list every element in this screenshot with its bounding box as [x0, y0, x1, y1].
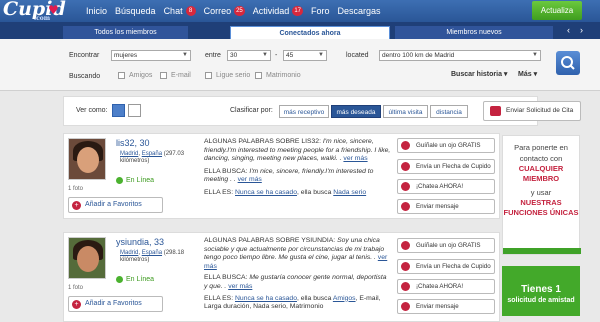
profile-photo[interactable]	[68, 138, 106, 180]
nav-item-inicio[interactable]: Inicio	[86, 6, 107, 16]
nav-item-actividad[interactable]: Actividad 17	[253, 6, 303, 16]
next-arrow-icon[interactable]: ›	[580, 25, 583, 35]
sort-most-responsive[interactable]: más receptivo	[279, 105, 329, 118]
dash-separator: -	[275, 52, 278, 59]
profile-photo[interactable]	[68, 237, 106, 279]
profile-card: ysiundia, 33 Madrid, España (298.18 kiló…	[63, 232, 500, 322]
nav-item-foro[interactable]: Foro	[311, 6, 330, 16]
arrow-icon	[401, 262, 410, 271]
checkbox-amigos[interactable]: Amigos	[118, 72, 152, 79]
search-filters: Encontrar mujeres ▼ entre 30 ▼ - 45 ▼ locat…	[0, 39, 600, 91]
nav-item-descargas[interactable]: Descargas	[338, 6, 381, 16]
add-favorite-button[interactable]: + Añadir a Favoritos	[68, 197, 163, 213]
cupid-logo[interactable]: Cupid ♥ .com	[3, 0, 66, 22]
envelope-icon	[490, 106, 501, 116]
profile-name[interactable]: lis32, 30	[116, 138, 150, 148]
profile-description: ALGUNAS PALABRAS SOBRE YSIUNDIA: Soy una…	[204, 237, 388, 311]
ad-line: y usar	[530, 188, 552, 197]
nav-item-correo[interactable]: Correo 25	[204, 6, 245, 16]
photo-count: 1 foto	[68, 186, 84, 192]
ad-line: Para ponerte en contacto con	[514, 143, 568, 163]
sort-label: Clasificar por:	[230, 107, 273, 114]
wink-icon	[401, 241, 410, 250]
prev-arrow-icon[interactable]: ‹	[567, 25, 570, 35]
arrow-icon	[401, 162, 410, 171]
tab-online-now[interactable]: Conectados ahora	[230, 26, 390, 39]
wink-button[interactable]: Guíñale un ojo GRATIS	[397, 238, 495, 253]
online-dot-icon	[116, 276, 123, 283]
age-to-select[interactable]: 45 ▼	[283, 50, 327, 61]
cupid-arrow-button[interactable]: Envía un Flecha de Cupido	[397, 159, 495, 174]
nav-item-búsqueda[interactable]: Búsqueda	[115, 6, 156, 16]
friend-request-panel[interactable]: Tienes 1 solicitud de amistad	[502, 266, 580, 316]
envelope-icon	[401, 202, 410, 211]
send-message-button[interactable]: Enviar mensaje	[397, 199, 495, 214]
main-nav: Inicio Búsqueda Chat 8 Correo 25 Actividad 17 Fo…	[86, 0, 389, 22]
chevron-down-icon: ▼	[182, 52, 188, 58]
online-status: En Línea	[116, 177, 154, 184]
ver-como-label: Ver como:	[76, 107, 108, 114]
checkbox-email[interactable]: E-mail	[160, 72, 191, 79]
checkbox-matrimonio[interactable]: Matrimonio	[255, 72, 301, 79]
more-link[interactable]: Más ▾	[518, 70, 537, 78]
profile-location: Madrid, España (298.18 kilómetros)	[120, 250, 185, 263]
send-date-request-button[interactable]: Enviar Solicitud de Cita	[483, 101, 581, 121]
chevron-down-icon: ▼	[532, 52, 538, 58]
cupid-arrow-button[interactable]: Envía un Flecha de Cupido	[397, 259, 495, 274]
chat-now-button[interactable]: ¡Chatea AHORA!	[397, 279, 495, 294]
list-view-icon[interactable]	[112, 104, 125, 117]
send-message-button[interactable]: Enviar mensaje	[397, 299, 495, 314]
grid-view-icon[interactable]	[128, 104, 141, 117]
online-dot-icon	[116, 177, 123, 184]
profile-name[interactable]: ysiundia, 33	[116, 237, 164, 247]
envelope-icon	[401, 302, 410, 311]
plus-icon: +	[72, 300, 81, 309]
top-navigation-bar: Cupid ♥ .com Inicio Búsqueda Chat 8 Correo 25 Ac…	[0, 0, 600, 22]
view-sort-bar: Ver como: Clasificar por: más receptivo …	[63, 96, 538, 126]
notification-badge: 17	[292, 6, 303, 16]
checkbox-ligue-serio[interactable]: Ligue serio	[205, 72, 250, 79]
tab-new-members[interactable]: Miembros nuevos	[395, 26, 553, 39]
sort-distance[interactable]: distancia	[430, 105, 468, 118]
nav-item-chat[interactable]: Chat 8	[164, 6, 196, 16]
sort-last-visit[interactable]: última visita	[383, 105, 428, 118]
buscando-label: Buscando	[69, 73, 101, 80]
profile-card: lis32, 30 Madrid, España (297.03 kilómet…	[63, 133, 500, 219]
upgrade-button[interactable]: Actualiza	[532, 1, 582, 20]
chevron-down-icon: ▼	[262, 52, 268, 58]
age-from-select[interactable]: 30 ▼	[227, 50, 271, 61]
ad-strip	[503, 248, 581, 254]
profile-location: Madrid, España (297.03 kilómetros)	[120, 151, 185, 164]
tab-all-members[interactable]: Todos los miembros	[63, 26, 188, 39]
plus-icon: +	[72, 201, 81, 210]
profile-description: ALGUNAS PALABRAS SOBRE LIS32: I'm nice, …	[204, 138, 391, 196]
member-tabs: Todos los miembros Conectados ahora Miem…	[0, 22, 600, 39]
gender-select[interactable]: mujeres ▼	[111, 50, 191, 61]
chat-icon	[401, 182, 410, 191]
located-label: located	[346, 52, 369, 59]
friend-request-count: Tienes 1	[521, 284, 561, 295]
location-select[interactable]: dentro 100 km de Madrid ▼	[379, 50, 541, 61]
photo-count: 1 foto	[68, 285, 84, 291]
wink-icon	[401, 141, 410, 150]
search-icon	[561, 56, 575, 70]
chat-icon	[401, 282, 410, 291]
upgrade-ad-panel[interactable]: Para ponerte en contacto con CUALQUIER M…	[502, 135, 581, 255]
search-button[interactable]	[556, 51, 580, 75]
friend-request-label: solicitud de amistad	[507, 297, 575, 304]
chat-now-button[interactable]: ¡Chatea AHORA!	[397, 179, 495, 194]
add-favorite-button[interactable]: + Añadir a Favoritos	[68, 296, 163, 312]
ad-highlight: CUALQUIER MIEMBRO	[518, 164, 564, 183]
wink-button[interactable]: Guíñale un ojo GRATIS	[397, 138, 495, 153]
search-history-link[interactable]: Buscar historia ▾	[451, 70, 507, 78]
notification-badge: 8	[185, 6, 196, 16]
sort-most-wanted[interactable]: más deseada	[331, 105, 381, 118]
entre-label: entre	[205, 52, 221, 59]
chevron-down-icon: ▼	[318, 52, 324, 58]
online-status: En Línea	[116, 276, 154, 283]
notification-badge: 25	[234, 6, 245, 16]
encontrar-label: Encontrar	[69, 52, 100, 59]
heart-icon: ♥	[48, 3, 59, 17]
ad-highlight: NUESTRAS FUNCIONES ÚNICAS	[503, 198, 579, 217]
